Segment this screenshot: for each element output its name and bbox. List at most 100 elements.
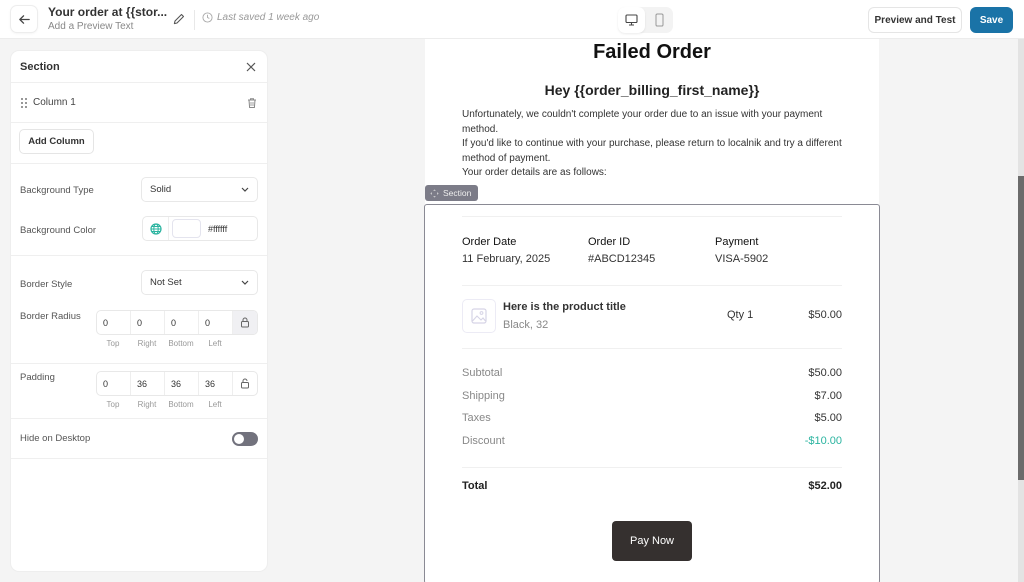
total-row: Total $52.00 — [462, 480, 842, 492]
email-heading[interactable]: Failed Order — [425, 41, 879, 64]
save-button[interactable]: Save — [970, 7, 1013, 33]
divider — [462, 285, 842, 286]
greeting-heading[interactable]: Hey {{order_billing_first_name}} — [425, 82, 879, 98]
border-settings: Border Style Not Set Border Radius 0 0 0… — [11, 256, 267, 419]
arrow-left-icon — [18, 14, 30, 24]
summary-value: $50.00 — [808, 367, 842, 379]
order-id-value: #ABCD12345 — [588, 253, 656, 265]
clock-icon — [202, 12, 213, 23]
section-tag[interactable]: Section — [425, 185, 478, 201]
border-radius-right-input[interactable]: 0 — [131, 311, 165, 334]
hide-on-desktop-toggle[interactable] — [232, 432, 258, 446]
body-line: Your order details are as follows: — [462, 167, 607, 179]
body-line: Unfortunately, we couldn't complete your… — [462, 109, 823, 135]
border-radius-left-input[interactable]: 0 — [199, 311, 233, 334]
divider — [462, 348, 842, 349]
side-label-left: Left — [208, 400, 222, 409]
column-label: Column 1 — [33, 97, 76, 108]
hide-on-desktop-row: Hide on Desktop — [11, 419, 267, 459]
order-details-section[interactable]: Order Date 11 February, 2025 Order ID #A… — [424, 204, 880, 582]
body-line: If you'd like to continue with your purc… — [462, 138, 842, 164]
summary-value: $7.00 — [814, 390, 842, 402]
padding-left-input[interactable]: 36 — [199, 372, 233, 395]
summary-row-shipping: Shipping $7.00 — [462, 390, 842, 402]
chevron-down-icon — [241, 280, 249, 285]
payment-block: Payment VISA-5902 — [715, 236, 768, 265]
close-panel-button[interactable] — [244, 60, 258, 74]
order-date-value: 11 February, 2025 — [462, 253, 551, 265]
email-name[interactable]: Your order at {{stor... — [48, 5, 167, 19]
padding-top-input[interactable]: 0 — [97, 372, 131, 395]
padding-bottom-input[interactable]: 36 — [165, 372, 199, 395]
color-swatch[interactable] — [172, 219, 201, 238]
border-radius-bottom-input[interactable]: 0 — [165, 311, 199, 334]
total-label: Total — [462, 480, 488, 492]
last-saved-status: Last saved 1 week ago — [202, 12, 319, 23]
padding-right-input[interactable]: 36 — [131, 372, 165, 395]
summary-label: Taxes — [462, 412, 491, 424]
background-color-hex[interactable]: #ffffff — [208, 224, 227, 234]
padding-inputs: 0 36 36 36 — [96, 371, 258, 396]
add-column-button[interactable]: Add Column — [19, 129, 94, 154]
order-date-block: Order Date 11 February, 2025 — [462, 236, 550, 265]
padding-lock-button[interactable] — [233, 372, 257, 395]
border-radius-side-labels: Top Right Bottom Left — [96, 339, 232, 348]
mobile-view-button[interactable] — [646, 7, 673, 33]
product-image-placeholder — [462, 299, 496, 333]
product-quantity: Qty 1 — [727, 309, 754, 321]
trash-icon[interactable] — [246, 97, 258, 109]
order-id-block: Order ID #ABCD12345 — [588, 236, 655, 265]
smartphone-icon — [655, 13, 664, 27]
last-saved-text: Last saved 1 week ago — [217, 12, 320, 23]
summary-value: $5.00 — [814, 412, 842, 424]
padding-side-labels: Top Right Bottom Left — [96, 400, 232, 409]
monitor-icon — [625, 14, 638, 26]
pencil-icon[interactable] — [172, 12, 186, 26]
border-style-label: Border Style — [20, 279, 73, 290]
background-settings: Background Type Solid Background Color #… — [11, 164, 267, 256]
discount-value: -$10.00 — [804, 435, 842, 447]
device-toggle — [618, 7, 673, 33]
side-label-top: Top — [106, 400, 120, 409]
section-settings-panel: Section Column 1 Add Column Background T… — [11, 51, 267, 571]
background-color-label: Background Color — [20, 225, 97, 236]
summary-row-subtotal: Subtotal $50.00 — [462, 367, 842, 379]
email-body-text[interactable]: Unfortunately, we couldn't complete your… — [462, 108, 852, 181]
desktop-view-button[interactable] — [618, 7, 645, 33]
unlock-icon — [241, 378, 249, 389]
canvas-scrollbar-thumb[interactable] — [1018, 176, 1024, 480]
column-item[interactable]: Column 1 — [11, 83, 267, 123]
border-style-value: Not Set — [150, 277, 182, 288]
image-icon — [471, 308, 487, 324]
border-radius-top-input[interactable]: 0 — [97, 311, 131, 334]
side-label-bottom: Bottom — [168, 400, 194, 409]
add-column-row: Add Column — [11, 123, 267, 164]
order-id-label: Order ID — [588, 236, 631, 248]
pay-now-button[interactable]: Pay Now — [612, 521, 692, 561]
hide-on-desktop-label: Hide on Desktop — [20, 433, 91, 444]
back-button[interactable] — [11, 6, 37, 32]
border-style-select[interactable]: Not Set — [141, 270, 258, 295]
drag-handle-icon[interactable] — [20, 97, 28, 109]
section-tag-label: Section — [443, 188, 472, 198]
panel-header: Section — [11, 51, 267, 83]
total-value: $52.00 — [808, 480, 842, 492]
top-bar: Your order at {{stor... Add a Preview Te… — [0, 0, 1024, 39]
chevron-down-icon — [241, 187, 249, 192]
globe-icon — [149, 222, 162, 235]
divider — [462, 467, 842, 468]
preview-text-field[interactable]: Add a Preview Text — [48, 20, 167, 34]
order-date-label: Order Date — [462, 236, 517, 248]
border-radius-inputs: 0 0 0 0 — [96, 310, 258, 335]
side-label-left: Left — [208, 339, 222, 348]
divider — [11, 363, 267, 364]
panel-title: Section — [20, 60, 60, 73]
payment-label: Payment — [715, 236, 759, 248]
background-type-select[interactable]: Solid — [141, 177, 258, 202]
background-color-field: #ffffff — [142, 216, 258, 241]
summary-row-discount: Discount -$10.00 — [462, 435, 842, 447]
summary-label: Discount — [462, 435, 505, 447]
preview-and-test-button[interactable]: Preview and Test — [868, 7, 962, 33]
border-radius-lock-button[interactable] — [233, 311, 257, 334]
global-color-button[interactable] — [143, 217, 169, 240]
